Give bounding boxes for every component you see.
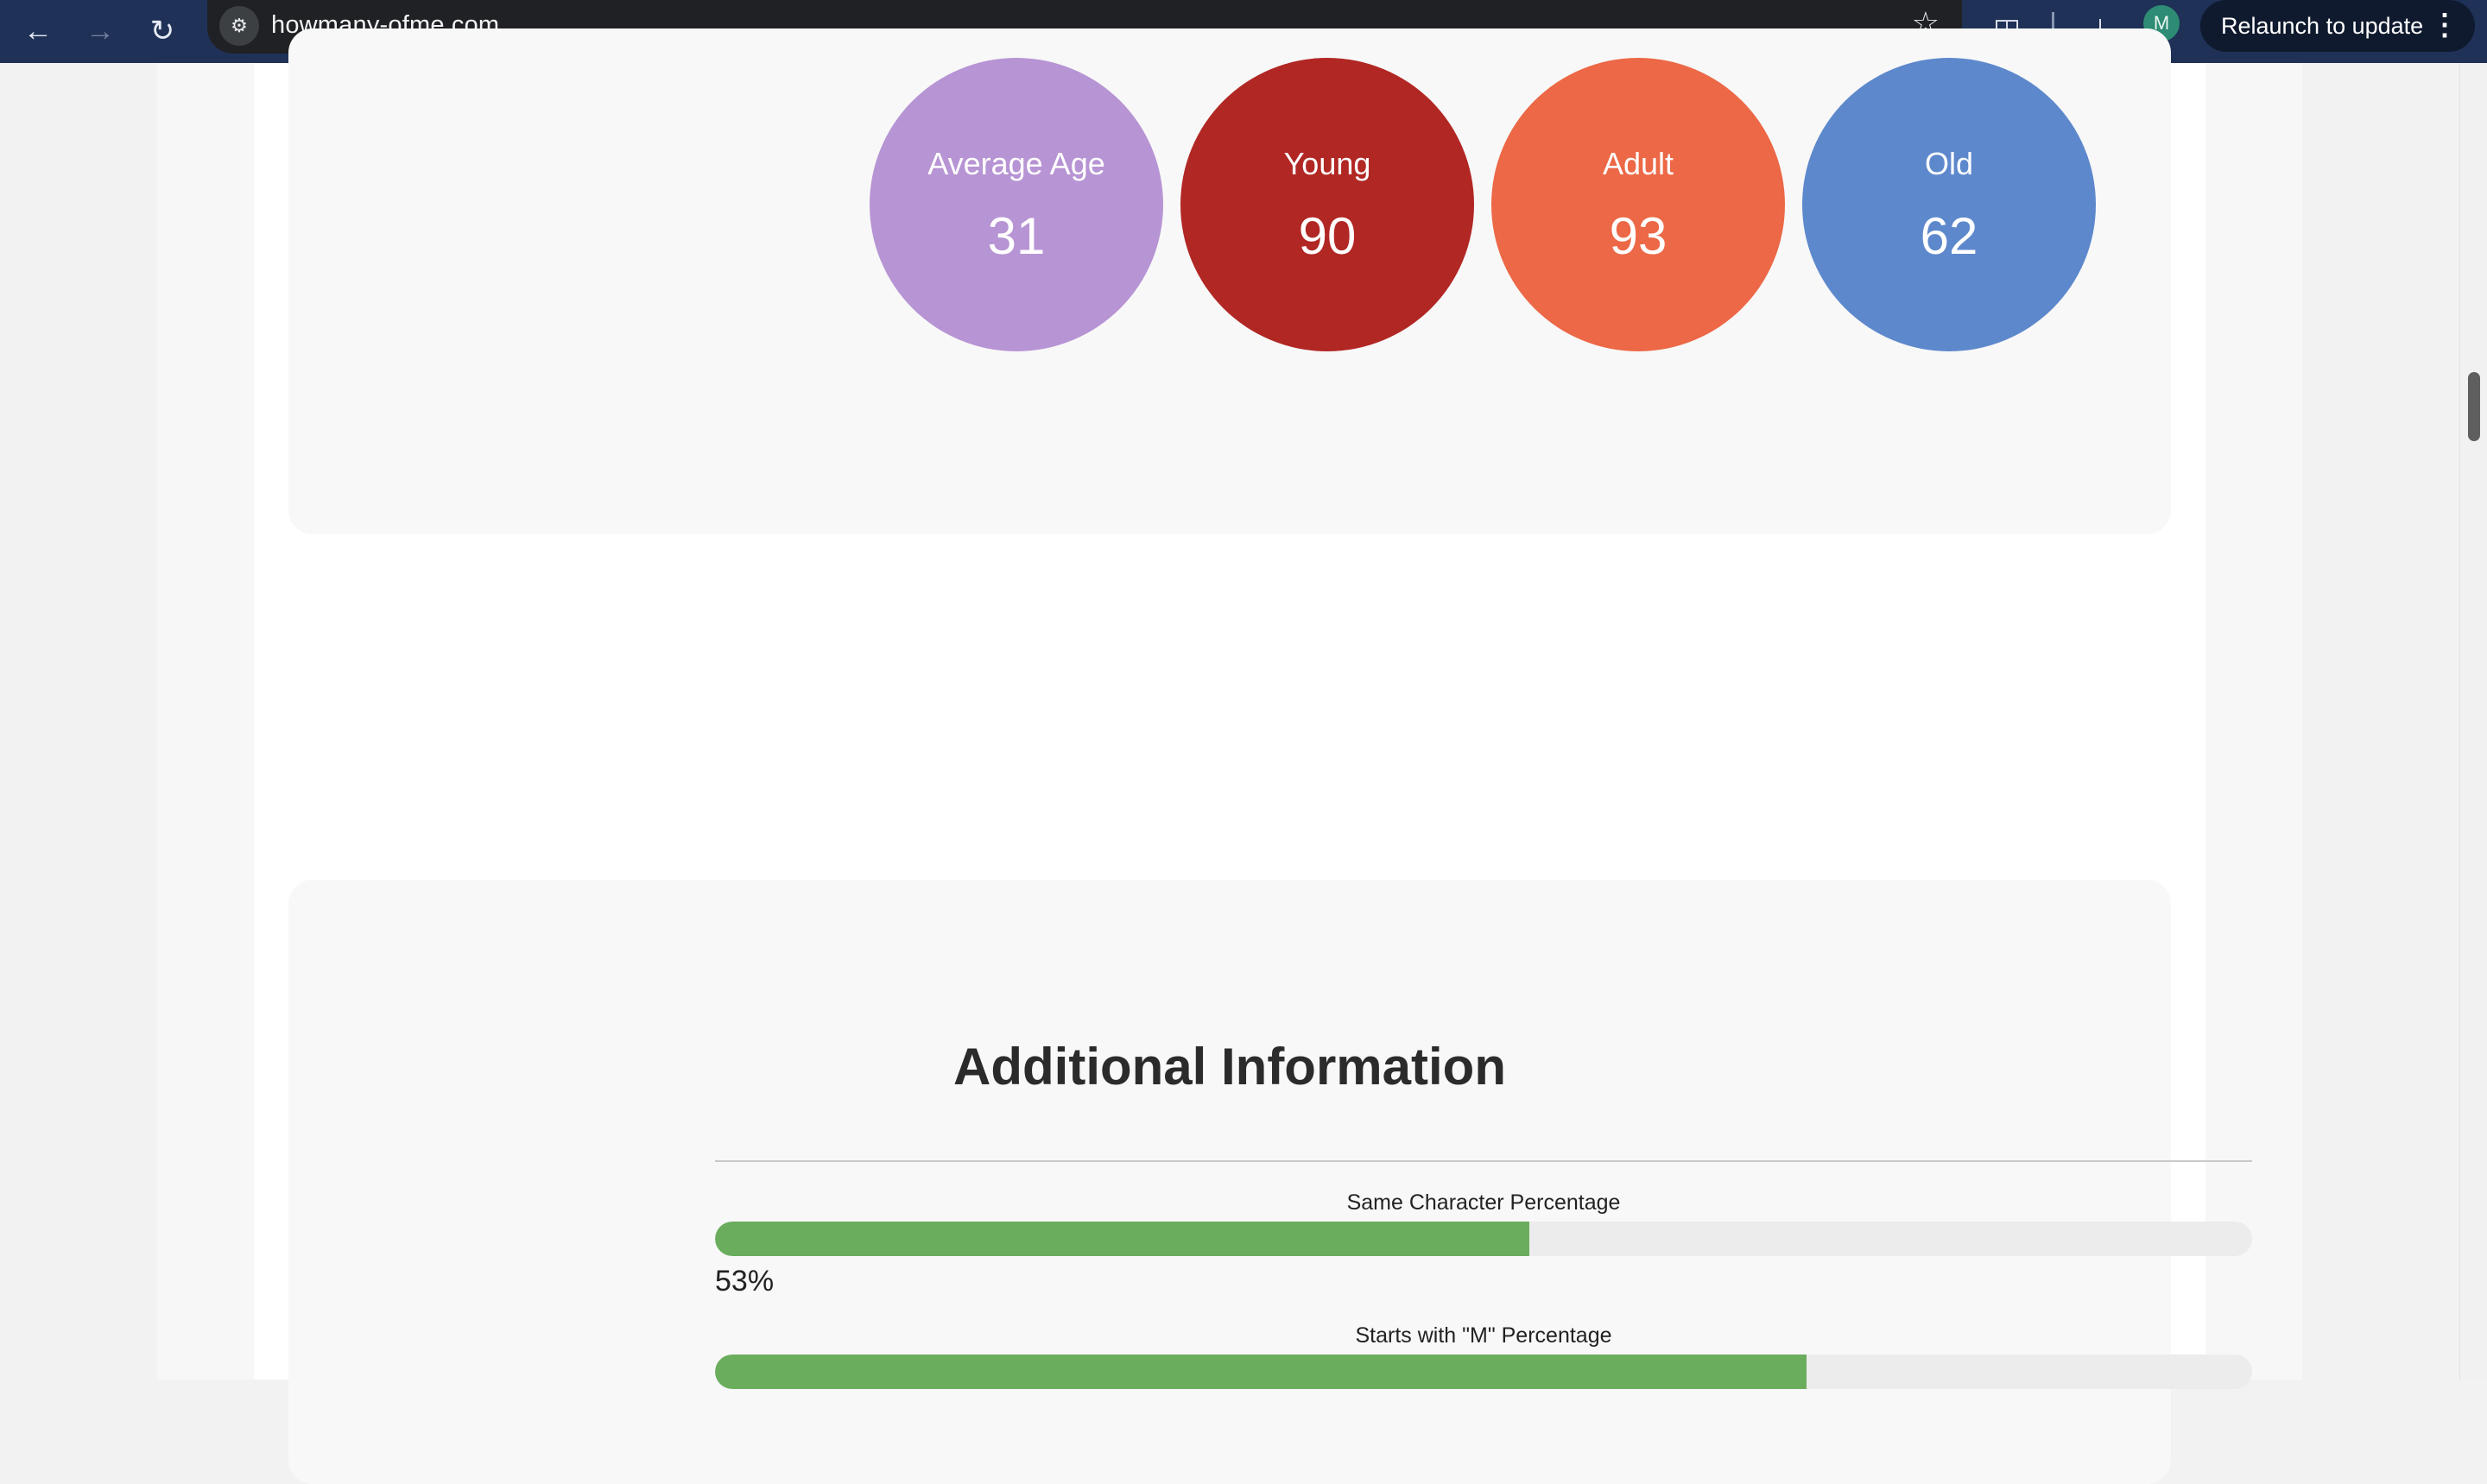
forward-icon[interactable]: →: [76, 7, 124, 55]
circle-value: 90: [1298, 207, 1357, 265]
circle-label: Adult: [1602, 146, 1674, 181]
additional-info-title: Additional Information: [953, 1038, 1506, 1096]
adult-circle: Adult 93: [1491, 58, 1785, 351]
relaunch-button[interactable]: Relaunch to update ⋮: [2200, 0, 2475, 52]
site-info-icon[interactable]: ⚙: [219, 6, 259, 46]
kebab-menu-icon[interactable]: ⋮: [2430, 8, 2459, 42]
same-character-label: Same Character Percentage: [1346, 1190, 1621, 1215]
circle-value: 31: [987, 207, 1046, 265]
progress-fill: [715, 1222, 1530, 1256]
scrollbar-thumb[interactable]: [2468, 372, 2480, 441]
circle-value: 93: [1609, 207, 1667, 265]
circle-label: Young: [1283, 146, 1371, 181]
relaunch-label: Relaunch to update: [2221, 12, 2424, 39]
circle-label: Average Age: [927, 146, 1105, 181]
section-divider: [715, 1160, 2252, 1162]
same-character-value: 53%: [715, 1265, 775, 1298]
progress-fill: [715, 1355, 1807, 1389]
page-viewport: Average Age 31 Young 90 Adult 93 Old 62: [0, 28, 2459, 1484]
circle-label: Old: [1924, 146, 1974, 181]
circle-value: 62: [1920, 207, 1978, 265]
page-scrollbar[interactable]: [2459, 63, 2487, 1380]
starts-with-m-progress: [715, 1355, 2252, 1389]
average-age-circle: Average Age 31: [870, 58, 1163, 351]
same-character-progress: [715, 1222, 2252, 1256]
starts-with-m-label: Starts with "M" Percentage: [1355, 1323, 1612, 1348]
reload-icon[interactable]: ↻: [138, 7, 187, 55]
back-icon[interactable]: ←: [14, 7, 62, 55]
content-container: Average Age 31 Young 90 Adult 93 Old 62: [254, 28, 2252, 1484]
old-circle: Old 62: [1802, 58, 2096, 351]
page-column: Average Age 31 Young 90 Adult 93 Old 62: [157, 28, 2302, 1484]
age-stats-card: Average Age 31 Young 90 Adult 93 Old 62: [288, 28, 2171, 534]
young-circle: Young 90: [1180, 58, 1474, 351]
additional-info-card: [288, 880, 2171, 1484]
